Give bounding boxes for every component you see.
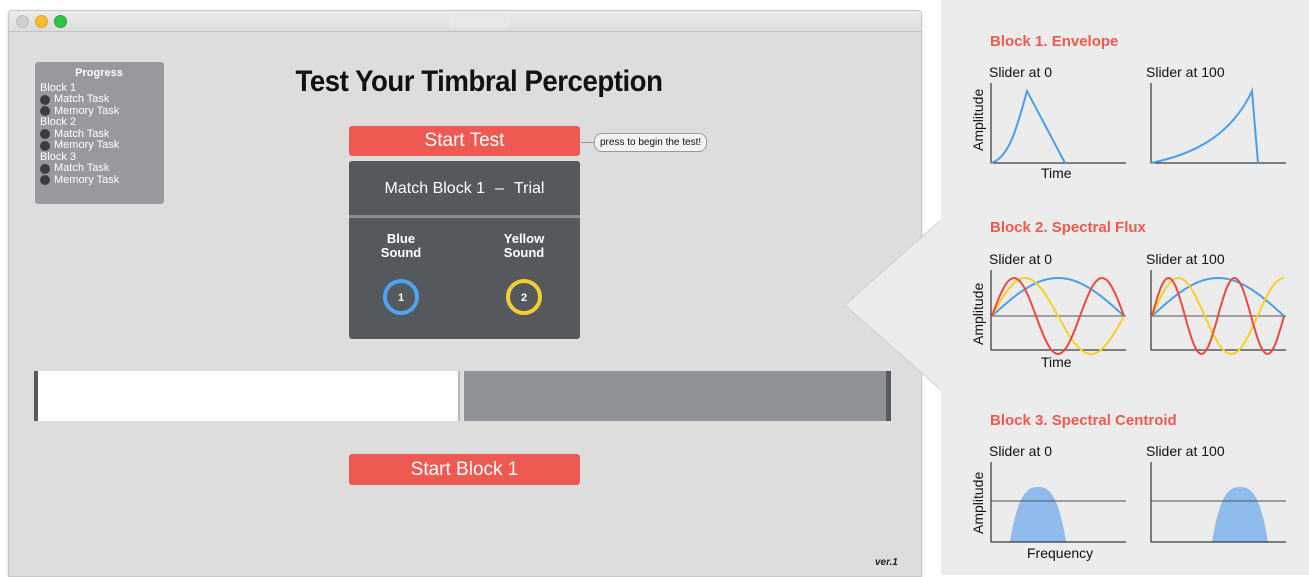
envelope-curve-100 [1150, 87, 1259, 164]
task-label: Match Task [54, 162, 110, 174]
block3-left-caption: Slider at 0 [989, 443, 1053, 459]
minimize-window-button[interactable] [35, 15, 48, 28]
block3-ylabel: Amplitude [970, 471, 986, 534]
block-label: Match Block 1 [384, 180, 486, 197]
task-label: Memory Task [54, 173, 120, 186]
callout-pointer [845, 220, 945, 392]
status-dot [40, 140, 50, 151]
hint-connector [581, 142, 595, 143]
trial-panel: Match Block 1– Trial Blue Sound Yellow So… [349, 161, 580, 339]
block2-xlabel: Time [1041, 354, 1072, 370]
task-label: Memory Task [54, 139, 120, 151]
yellow-sound-label: Yellow Sound [484, 232, 564, 260]
progress-block-label: Block 2 [40, 116, 77, 128]
status-dot [40, 129, 50, 140]
trial-header: Match Block 1– Trial [349, 161, 580, 215]
progress-task: Match Task [40, 93, 164, 106]
progress-task: Memory Task [40, 173, 164, 187]
slider-right-track [464, 371, 891, 421]
block3-title: Block 3. Spectral Centroid [990, 412, 1177, 429]
wave-blue [1151, 277, 1285, 317]
title-bar-tab [449, 14, 509, 28]
header-dash: – [495, 180, 504, 197]
blue-sound-label: Blue Sound [361, 232, 441, 260]
envelope-plot-0 [990, 83, 1126, 164]
block1-xlabel: Time [1041, 165, 1072, 181]
block2-right-caption: Slider at 100 [1146, 251, 1225, 267]
yellow-sound-label-line1: Yellow [503, 231, 545, 246]
slider-left-fill [34, 371, 460, 421]
start-block-button[interactable]: Start Block 1 [349, 454, 580, 485]
task-label: Match Task [54, 93, 110, 105]
block1-left-caption: Slider at 0 [989, 64, 1053, 80]
hint-bubble: press to begin the test! [594, 133, 708, 152]
block2-title: Block 2. Spectral Flux [990, 219, 1146, 236]
page-title: Test Your Timbral Perception [295, 65, 663, 98]
centroid-plot-0 [990, 462, 1126, 543]
centroid-fill-0 [1010, 487, 1066, 542]
app-window: Progress Block 1 Match Task Memory Task … [8, 10, 922, 577]
progress-task: Match Task [40, 162, 164, 175]
slider-thumb[interactable] [458, 371, 460, 421]
slider-left-end [34, 371, 38, 421]
blue-sound-label-line1: Blue [386, 231, 416, 246]
status-dot [40, 163, 50, 174]
version-label: ver.1 [875, 557, 898, 568]
spectral-flux-plot-0 [990, 270, 1126, 356]
maximize-window-button[interactable] [54, 15, 67, 28]
envelope-curve-0 [990, 88, 1066, 164]
timbre-slider[interactable] [34, 371, 891, 421]
block1-title: Block 1. Envelope [990, 33, 1119, 50]
block2-left-caption: Slider at 0 [989, 251, 1053, 267]
status-dot [40, 175, 50, 186]
block2-ylabel: Amplitude [970, 282, 986, 345]
block3-xlabel: Frequency [1027, 545, 1094, 561]
progress-panel: Progress Block 1 Match Task Memory Task … [35, 62, 164, 204]
start-test-button[interactable]: Start Test [349, 126, 580, 156]
block3-right-caption: Slider at 100 [1146, 443, 1225, 459]
spectral-flux-plot-100 [1150, 270, 1286, 356]
blue-sound-button[interactable]: 1 [383, 279, 419, 315]
progress-title: Progress [75, 67, 123, 79]
centroid-plot-100 [1150, 462, 1286, 543]
status-dot [40, 94, 50, 105]
block1-right-caption: Slider at 100 [1146, 64, 1225, 80]
centroid-fill-100 [1212, 487, 1268, 542]
wave-blue [991, 277, 1125, 317]
block1-ylabel: Amplitude [970, 88, 986, 151]
progress-task: Memory Task [40, 139, 164, 152]
blue-sound-label-line2: Sound [380, 245, 422, 260]
envelope-plot-100 [1150, 83, 1286, 164]
yellow-sound-label-line2: Sound [503, 245, 545, 260]
divider [349, 215, 580, 218]
status-dot [40, 106, 50, 117]
title-bar [9, 11, 921, 32]
yellow-sound-button[interactable]: 2 [506, 279, 542, 315]
trial-label: Trial [513, 180, 545, 197]
close-window-button[interactable] [16, 15, 29, 28]
